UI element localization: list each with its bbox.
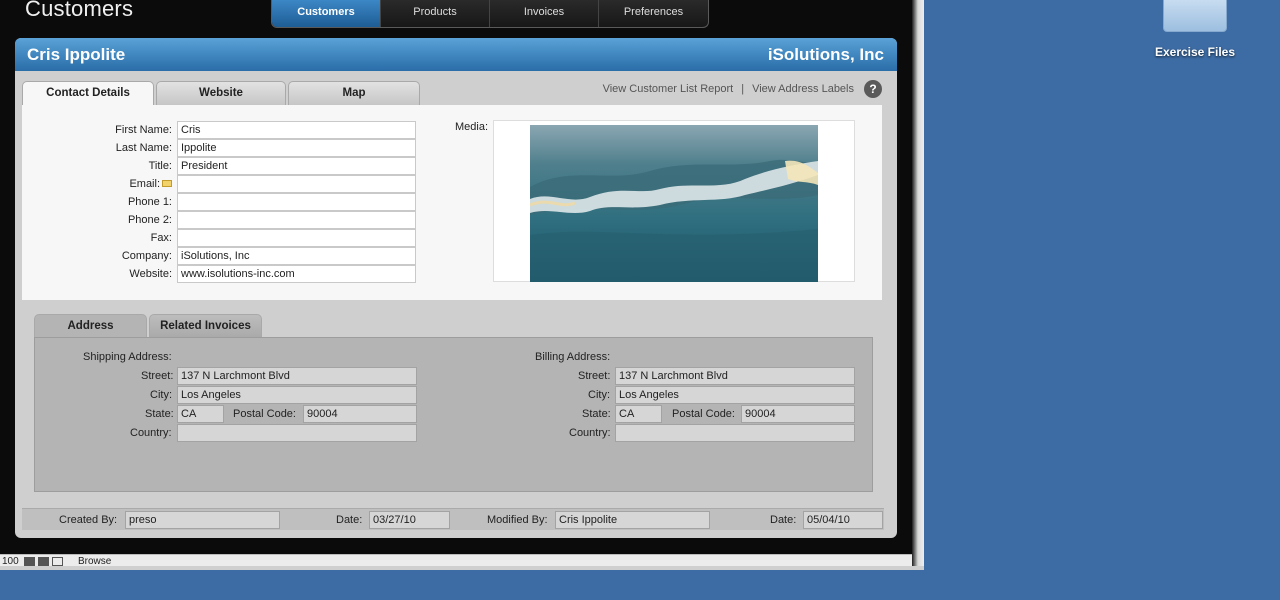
billing-country-field[interactable] — [615, 424, 855, 442]
phone-2-label: Phone 2: — [127, 214, 172, 226]
toggle-status-area-icon[interactable] — [52, 557, 63, 566]
window-edge — [912, 0, 924, 570]
nav-preferences[interactable]: Preferences — [599, 0, 708, 27]
detail-tabs: Contact Details Website Map — [22, 81, 422, 105]
shipping-city-field[interactable]: Los Angeles — [177, 386, 417, 404]
title-field[interactable]: President — [177, 157, 416, 175]
email-label: Email: — [129, 178, 160, 190]
phone-1-label: Phone 1: — [127, 196, 172, 208]
view-address-labels-link[interactable]: View Address Labels — [752, 83, 854, 95]
first-name-field[interactable]: Cris — [177, 121, 416, 139]
billing-city-label: City: — [588, 389, 610, 401]
billing-postal-field[interactable]: 90004 — [741, 405, 855, 423]
address-tabs: Address Related Invoices — [34, 314, 264, 338]
first-name-label: First Name: — [115, 124, 172, 136]
view-customer-list-report-link[interactable]: View Customer List Report — [603, 83, 734, 95]
created-by-label: Created By: — [59, 514, 118, 526]
last-name-field[interactable]: Ippolite — [177, 139, 416, 157]
company-field[interactable]: iSolutions, Inc — [177, 247, 416, 265]
created-date-field: 03/27/10 — [369, 511, 450, 529]
link-separator: | — [741, 83, 745, 95]
top-navigation: Customers Products Invoices Preferences — [271, 0, 709, 28]
tab-address[interactable]: Address — [34, 314, 147, 338]
shipping-country-label: Country: — [130, 427, 172, 439]
shipping-state-field[interactable]: CA — [177, 405, 224, 423]
shipping-postal-field[interactable]: 90004 — [303, 405, 417, 423]
folder-label: Exercise Files — [1154, 45, 1236, 59]
modified-date-field: 05/04/10 — [803, 511, 883, 529]
email-icon[interactable] — [162, 180, 172, 187]
fax-field[interactable] — [177, 229, 416, 247]
tab-website[interactable]: Website — [156, 81, 286, 105]
last-name-label: Last Name: — [115, 142, 172, 154]
website-label: Website: — [129, 268, 172, 280]
folder-icon[interactable] — [1163, 0, 1227, 32]
record-header: Cris Ippolite iSolutions, Inc — [15, 38, 897, 71]
shipping-address-heading: Shipping Address: — [83, 351, 172, 363]
window-bottom-edge — [0, 566, 924, 570]
modified-by-field: Cris Ippolite — [555, 511, 710, 529]
contact-details-pane: First Name: Cris Last Name: Ippolite Tit… — [22, 105, 882, 300]
media-container[interactable] — [493, 120, 855, 282]
customer-name: Cris Ippolite — [27, 44, 126, 64]
nav-invoices[interactable]: Invoices — [490, 0, 599, 27]
exercise-files-folder[interactable]: Exercise Files — [1150, 0, 1240, 59]
nav-products[interactable]: Products — [381, 0, 490, 27]
created-date-label: Date: — [336, 514, 363, 526]
shipping-postal-label: Postal Code: — [233, 408, 296, 420]
zoom-controls — [24, 557, 63, 566]
created-by-field: preso — [125, 511, 280, 529]
tab-related-invoices[interactable]: Related Invoices — [149, 314, 262, 338]
billing-address-heading: Billing Address: — [535, 351, 611, 363]
company-label: Company: — [121, 250, 172, 262]
help-icon[interactable]: ? — [864, 80, 882, 98]
website-field[interactable]: www.isolutions-inc.com — [177, 265, 416, 283]
billing-state-field[interactable]: CA — [615, 405, 662, 423]
nav-customers[interactable]: Customers — [272, 0, 381, 27]
record-footer: Created By: preso Date: 03/27/10 Modifie… — [22, 508, 884, 530]
phone-1-field[interactable] — [177, 193, 416, 211]
billing-country-label: Country: — [569, 427, 611, 439]
email-field[interactable] — [177, 175, 416, 193]
billing-street-label: Street: — [578, 370, 611, 382]
modified-by-label: Modified By: — [487, 514, 548, 526]
customer-record-panel: Cris Ippolite iSolutions, Inc Contact De… — [15, 38, 897, 538]
tab-contact-details[interactable]: Contact Details — [22, 81, 154, 105]
billing-street-field[interactable]: 137 N Larchmont Blvd — [615, 367, 855, 385]
shipping-state-label: State: — [145, 408, 174, 420]
zoom-in-icon[interactable] — [38, 557, 49, 566]
fax-label: Fax: — [150, 232, 172, 244]
app-title: Customers — [25, 0, 134, 21]
tab-map[interactable]: Map — [288, 81, 420, 105]
modified-date-label: Date: — [770, 514, 797, 526]
shipping-street-field[interactable]: 137 N Larchmont Blvd — [177, 367, 417, 385]
title-label: Title: — [148, 160, 172, 172]
report-links: View Customer List Report | View Address… — [603, 80, 882, 98]
zoom-out-icon[interactable] — [24, 557, 35, 566]
billing-city-field[interactable]: Los Angeles — [615, 386, 855, 404]
billing-state-label: State: — [582, 408, 611, 420]
wave-photo — [530, 125, 818, 282]
phone-2-field[interactable] — [177, 211, 416, 229]
address-pane: Shipping Address: Street: 137 N Larchmon… — [34, 337, 873, 492]
shipping-city-label: City: — [150, 389, 172, 401]
media-label: Media: — [455, 121, 489, 133]
app-window: Customers Customers Products Invoices Pr… — [0, 0, 922, 570]
shipping-street-label: Street: — [141, 370, 174, 382]
company-name: iSolutions, Inc — [767, 44, 884, 64]
billing-postal-label: Postal Code: — [672, 408, 735, 420]
shipping-country-field[interactable] — [177, 424, 417, 442]
